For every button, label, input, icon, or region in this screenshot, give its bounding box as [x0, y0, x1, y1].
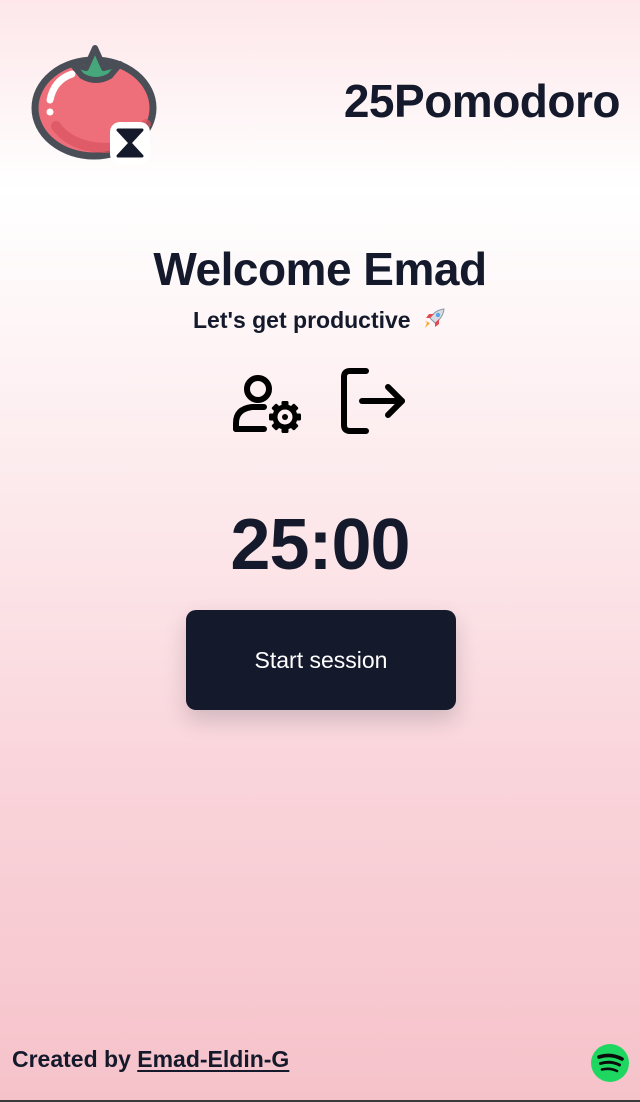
footer-created-by: Created by	[12, 1046, 131, 1072]
logo	[28, 38, 162, 166]
author-link[interactable]: Emad-Eldin-G	[137, 1046, 289, 1072]
user-settings-button[interactable]	[228, 366, 304, 438]
logout-icon	[341, 368, 405, 434]
subtitle: Let's get productive	[0, 306, 640, 334]
spotify-icon	[591, 1044, 629, 1082]
subtitle-text: Let's get productive	[192, 307, 411, 333]
footer-credit: Created by Emad-Eldin-G	[12, 1046, 289, 1073]
spotify-button[interactable]	[590, 1043, 630, 1083]
timer-display: 25:00	[230, 505, 410, 585]
welcome-heading: Welcome Emad	[153, 243, 487, 295]
start-session-button[interactable]: Start session	[186, 610, 456, 710]
user-settings-icon	[233, 375, 301, 433]
logout-button[interactable]	[336, 366, 412, 438]
tomato-hourglass-icon	[31, 45, 157, 164]
rocket-icon	[425, 308, 445, 328]
app-title: 25Pomodoro	[343, 75, 621, 127]
